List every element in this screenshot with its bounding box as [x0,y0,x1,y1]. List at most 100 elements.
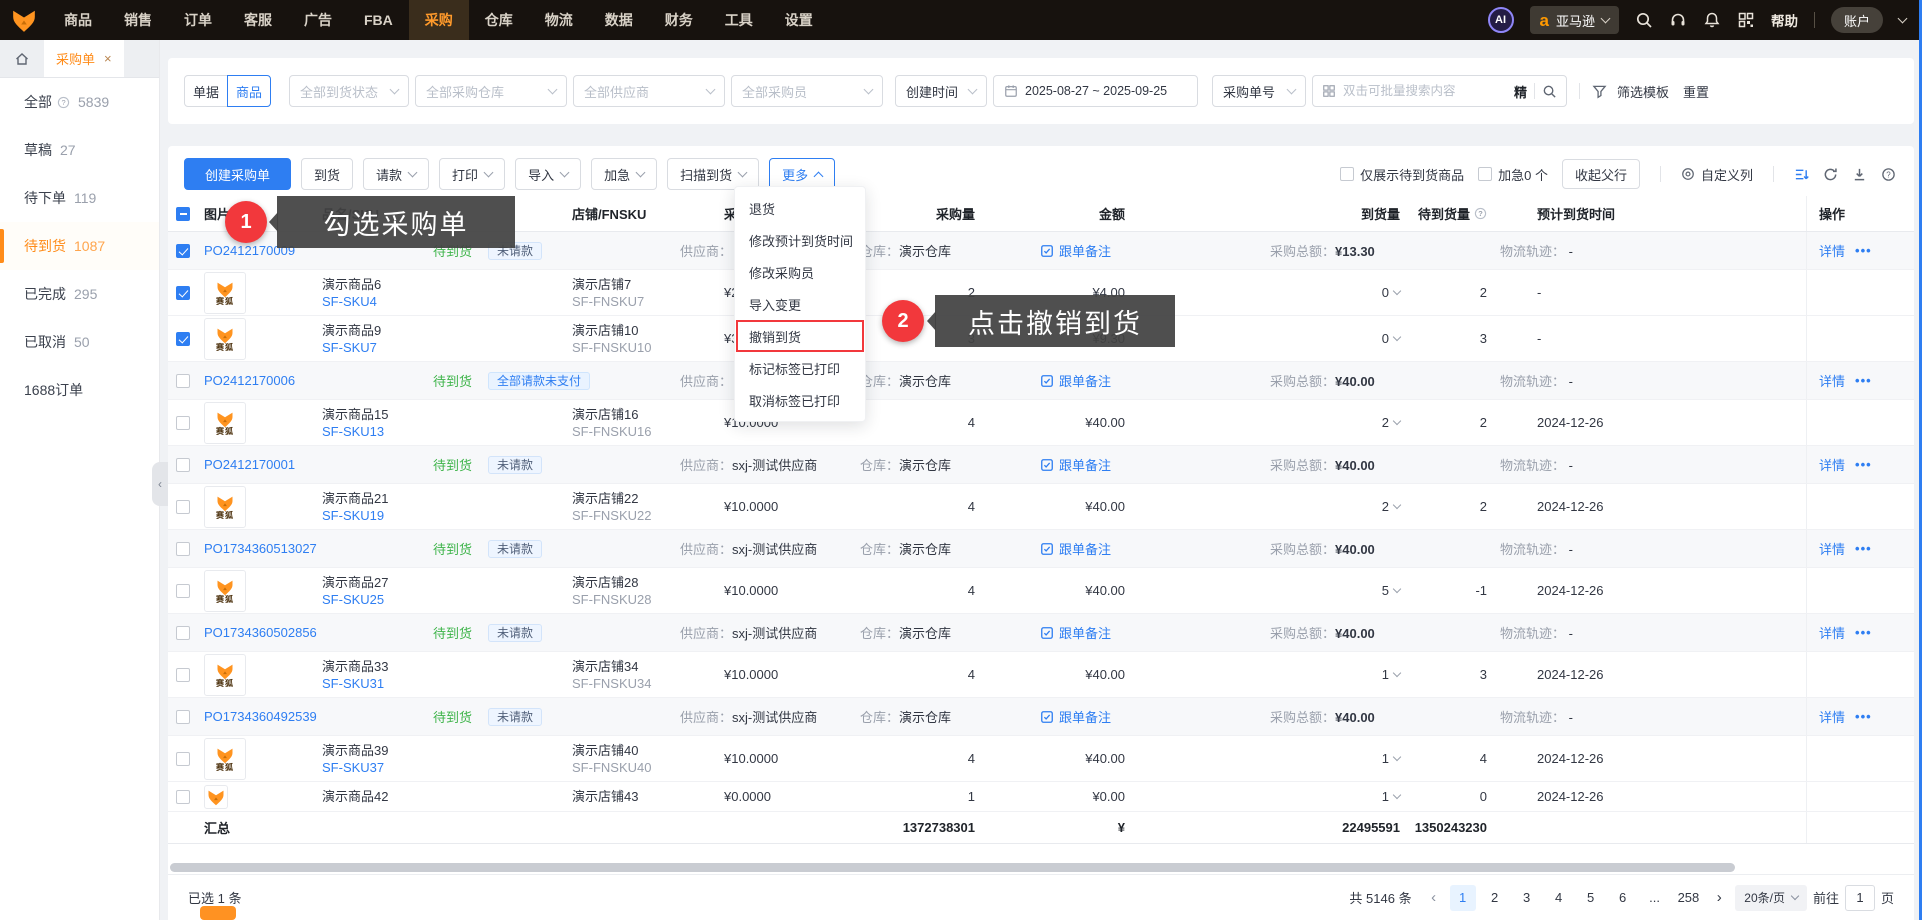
sidebar-item-待到货[interactable]: 待到货 1087 [0,222,159,270]
search-input[interactable] [1343,84,1507,98]
row-checkbox[interactable] [176,751,190,766]
toolbar-button-打印[interactable]: 打印 [439,158,506,190]
toolbar-button-加急[interactable]: 加急 [591,158,658,190]
detail-link[interactable]: 详情 [1819,371,1845,390]
more-actions-icon[interactable]: ••• [1855,541,1872,556]
product-sku-link[interactable]: SF-SKU19 [322,508,384,523]
segment-单据[interactable]: 单据 [184,75,228,107]
detail-link[interactable]: 详情 [1819,241,1845,260]
account-button[interactable]: 账户 [1830,7,1883,33]
detail-link[interactable]: 详情 [1819,539,1845,558]
more-actions-icon[interactable]: ••• [1855,243,1872,258]
product-sku-link[interactable]: SF-SKU13 [322,424,384,439]
filter-dropdown-2[interactable]: 全部供应商 [573,75,725,107]
page-3[interactable]: 3 [1514,885,1540,911]
menu-item-修改采购员[interactable]: 修改采购员 [735,256,865,288]
sidebar-item-草稿[interactable]: 草稿 27 [0,126,159,174]
nav-item-采购[interactable]: 采购 [408,0,469,40]
follow-note-link[interactable]: 跟单备注 [1040,539,1270,558]
menu-item-标记标签已打印[interactable]: 标记标签已打印 [735,352,865,384]
detail-link[interactable]: 详情 [1819,455,1845,474]
more-actions-icon[interactable]: ••• [1855,709,1872,724]
page-5[interactable]: 5 [1578,885,1604,911]
sidebar-item-1688订单[interactable]: 1688订单 [0,366,159,414]
sidebar-item-待下单[interactable]: 待下单 119 [0,174,159,222]
arrived-qty-cell[interactable]: 1 [1125,667,1402,682]
follow-note-link[interactable]: 跟单备注 [1040,623,1270,642]
nav-item-设置[interactable]: 设置 [769,0,829,40]
toolbar-button-请款[interactable]: 请款 [363,158,430,190]
product-sku-link[interactable]: SF-SKU31 [322,676,384,691]
menu-item-导入变更[interactable]: 导入变更 [735,288,865,320]
sidebar-item-已取消[interactable]: 已取消 50 [0,318,159,366]
row-checkbox[interactable] [176,331,190,346]
po-number-link[interactable]: PO2412170006 [204,373,433,388]
nav-item-财务[interactable]: 财务 [649,0,709,40]
follow-note-link[interactable]: 跟单备注 [1040,241,1270,260]
date-range-picker[interactable]: 2025-08-27 ~ 2025-09-25 [993,75,1198,107]
scrollbar-thumb[interactable] [170,863,1735,872]
urgent-checkbox[interactable]: 加急0 个 [1478,165,1548,184]
product-sku-link[interactable]: SF-SKU7 [322,340,377,355]
product-sku-link[interactable]: SF-SKU25 [322,592,384,607]
nav-item-商品[interactable]: 商品 [48,0,108,40]
row-checkbox[interactable] [176,457,190,472]
row-checkbox[interactable] [176,667,190,682]
exact-match-toggle[interactable]: 精 [1514,82,1527,101]
more-actions-icon[interactable]: ••• [1855,457,1872,472]
nav-item-工具[interactable]: 工具 [709,0,769,40]
export-download-icon[interactable] [1852,167,1867,182]
sidebar-collapse-handle[interactable]: ‹ [152,462,168,506]
page-258[interactable]: 258 [1674,885,1704,911]
filter-funnel-icon[interactable] [1592,84,1607,99]
arrived-qty-cell[interactable]: 1 [1125,751,1402,766]
tab-purchase-orders[interactable]: 采购单 × [44,40,124,77]
nav-item-FBA[interactable]: FBA [348,0,409,40]
page-4[interactable]: 4 [1546,885,1572,911]
only-pending-checkbox[interactable]: 仅展示待到货商品 [1340,165,1464,184]
row-checkbox[interactable] [176,373,190,388]
ai-assistant-button[interactable]: AI [1487,7,1514,33]
detail-link[interactable]: 详情 [1819,707,1845,726]
account-chevron-icon[interactable] [1897,13,1908,24]
search-icon[interactable] [1635,11,1653,29]
follow-note-link[interactable]: 跟单备注 [1040,455,1270,474]
row-density-icon[interactable] [1794,167,1809,182]
row-checkbox[interactable] [176,625,190,640]
arrived-qty-cell[interactable]: 2 [1125,499,1402,514]
filter-dropdown-0[interactable]: 全部到货状态 [289,75,409,107]
nav-item-销售[interactable]: 销售 [108,0,168,40]
order-no-field-select[interactable]: 采购单号 [1212,75,1306,107]
reset-button[interactable]: 重置 [1683,82,1709,101]
goto-page-input[interactable]: 1 [1844,884,1875,911]
row-checkbox[interactable] [176,709,190,724]
po-number-link[interactable]: PO2412170001 [204,457,433,472]
customize-columns-button[interactable]: 自定义列 [1681,165,1753,184]
select-all-checkbox[interactable] [176,206,190,221]
po-number-link[interactable]: PO1734360513027 [204,541,433,556]
toolbar-button-导入[interactable]: 导入 [515,158,582,190]
bell-icon[interactable] [1703,11,1721,29]
arrived-qty-cell[interactable]: 1 [1125,789,1402,804]
arrived-qty-cell[interactable]: 2 [1125,415,1402,430]
follow-note-link[interactable]: 跟单备注 [1040,707,1270,726]
po-number-link[interactable]: PO1734360502856 [204,625,433,640]
help-link[interactable]: 帮助 [1771,10,1798,30]
help-circle-icon[interactable]: ? [1881,167,1896,182]
page-6[interactable]: 6 [1610,885,1636,911]
toolbar-button-到货[interactable]: 到货 [301,158,354,190]
sidebar-item-全部[interactable]: 全部? 5839 [0,78,159,126]
filter-template-button[interactable]: 筛选模板 [1617,82,1669,101]
marketplace-selector[interactable]: a 亚马逊 [1529,6,1619,34]
more-actions-icon[interactable]: ••• [1855,373,1872,388]
search-submit-icon[interactable] [1542,84,1557,99]
refresh-icon[interactable] [1823,167,1838,182]
nav-item-仓库[interactable]: 仓库 [469,0,529,40]
prev-page-icon[interactable]: ‹ [1424,889,1444,906]
row-checkbox[interactable] [176,789,190,804]
time-field-select[interactable]: 创建时间 [895,75,987,107]
row-checkbox[interactable] [176,499,190,514]
arrived-qty-cell[interactable]: 5 [1125,583,1402,598]
next-page-icon[interactable]: › [1709,889,1729,906]
sidebar-item-已完成[interactable]: 已完成 295 [0,270,159,318]
